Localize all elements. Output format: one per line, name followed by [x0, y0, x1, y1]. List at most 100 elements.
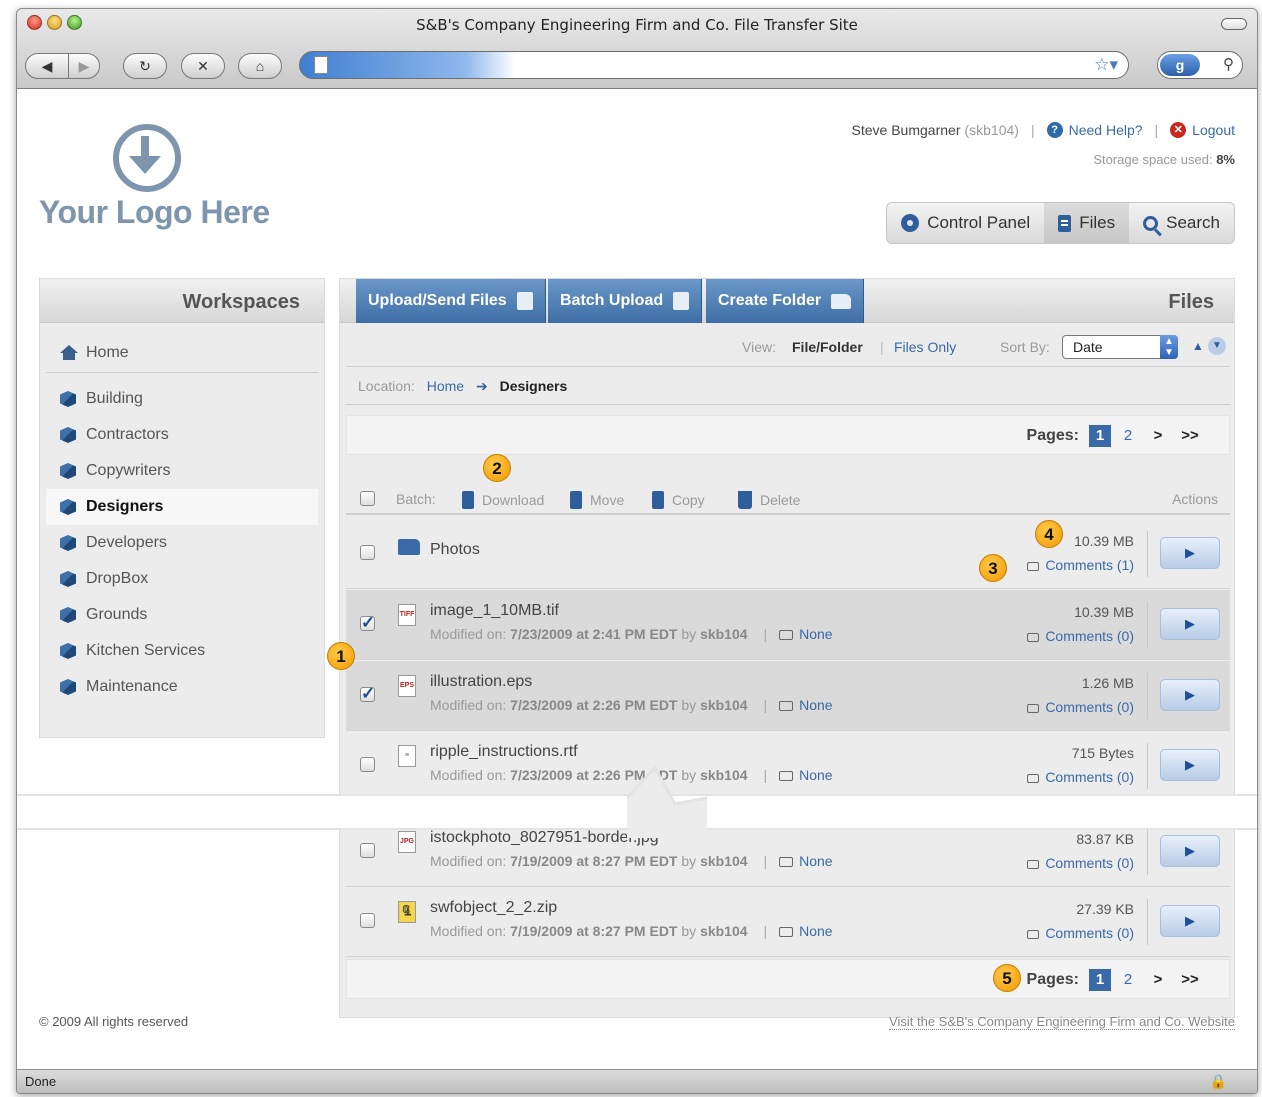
browser-home-button[interactable]: ⌂: [238, 53, 282, 79]
google-search-engine-icon[interactable]: g: [1160, 54, 1200, 76]
batch-upload-button[interactable]: Batch Upload: [548, 279, 703, 323]
tag-link[interactable]: None: [799, 626, 832, 642]
sidebar-item-contractors[interactable]: Contractors: [46, 417, 318, 453]
sidebar-item-kitchen-services[interactable]: Kitchen Services: [46, 633, 318, 669]
row-checkbox[interactable]: [360, 913, 375, 928]
tag-link[interactable]: None: [799, 853, 832, 869]
company-website-link[interactable]: Visit the S&B's Company Engineering Firm…: [889, 1014, 1235, 1030]
file-name-link[interactable]: istockphoto_8027951-border.jpg: [430, 829, 659, 847]
file-size: 715 Bytes: [1071, 745, 1134, 761]
sidebar-item-label: Copywriters: [86, 462, 171, 479]
row-checkbox[interactable]: [360, 684, 375, 704]
page-2-link[interactable]: 2: [1117, 969, 1139, 991]
play-arrow-icon: ▶: [1185, 545, 1195, 560]
file-name-link[interactable]: swfobject_2_2.zip: [430, 899, 557, 917]
row-actions-button[interactable]: ▶: [1160, 905, 1220, 937]
sidebar-item-home[interactable]: Home: [46, 337, 318, 373]
row-actions-button[interactable]: ▶: [1160, 835, 1220, 867]
page-last-link[interactable]: >>: [1179, 969, 1201, 991]
sidebar-item-label: Contractors: [86, 426, 169, 443]
page-1-button[interactable]: 1: [1089, 425, 1111, 447]
reload-button[interactable]: ↻: [123, 53, 167, 79]
page-2-link[interactable]: 2: [1117, 425, 1139, 447]
toolbar-toggle-button[interactable]: [1221, 18, 1247, 30]
row-checkbox[interactable]: [360, 545, 375, 560]
stop-button[interactable]: ✕: [181, 53, 225, 79]
sort-descending-icon[interactable]: ▼: [1208, 337, 1226, 355]
comments-label: Comments (0): [1045, 628, 1134, 644]
home-icon: ⌂: [255, 58, 265, 74]
sidebar-item-designers[interactable]: Designers: [46, 489, 318, 525]
folder-add-icon: [831, 293, 852, 309]
play-arrow-icon: ▶: [1185, 757, 1195, 772]
sidebar-item-dropbox[interactable]: DropBox: [46, 561, 318, 597]
sidebar-item-maintenance[interactable]: Maintenance: [46, 669, 318, 705]
comment-bubble-icon: [1027, 703, 1040, 713]
file-name-link[interactable]: image_1_10MB.tif: [430, 602, 559, 620]
tag-link[interactable]: None: [799, 697, 832, 713]
select-all-checkbox[interactable]: [360, 491, 375, 506]
batch-copy-button[interactable]: Copy: [652, 491, 705, 509]
file-name-link[interactable]: ripple_instructions.rtf: [430, 743, 578, 761]
tab-control-panel[interactable]: Control Panel: [887, 203, 1044, 243]
table-row: 🗜 swfobject_2_2.zip Modified on: 7/19/20…: [346, 887, 1230, 957]
file-name-link[interactable]: Photos: [430, 541, 480, 559]
comments-link[interactable]: Comments (0): [1027, 699, 1134, 715]
workspace-cube-icon: [60, 463, 76, 479]
row-checkbox[interactable]: [360, 613, 375, 633]
row-actions-button[interactable]: ▶: [1160, 537, 1220, 569]
tab-files[interactable]: Files: [1044, 203, 1130, 243]
storage-usage: Storage space used: 8%: [1093, 152, 1235, 167]
comments-link[interactable]: Comments (0): [1027, 925, 1134, 941]
browser-status-bar: Done 🔒: [17, 1069, 1257, 1093]
need-help-link[interactable]: Need Help?: [1069, 122, 1143, 138]
file-name-link[interactable]: illustration.eps: [430, 673, 532, 691]
forward-button[interactable]: ▶: [68, 53, 100, 79]
address-bar[interactable]: ☆▾: [299, 51, 1129, 79]
workspace-cube-icon: [60, 391, 76, 407]
sort-ascending-icon[interactable]: ▲: [1192, 339, 1204, 353]
bookmark-star-icon[interactable]: ☆▾: [1094, 55, 1118, 75]
page-next-link[interactable]: >: [1147, 969, 1169, 991]
upload-send-files-button[interactable]: Upload/Send Files: [356, 279, 546, 323]
row-checkbox[interactable]: [360, 843, 375, 858]
comments-link[interactable]: Comments (0): [1027, 855, 1134, 871]
page-1-button[interactable]: 1: [1089, 969, 1111, 991]
row-checkbox[interactable]: [360, 757, 375, 772]
tag-icon: [779, 857, 794, 868]
sort-by-value: Date: [1073, 339, 1103, 355]
comments-link[interactable]: Comments (0): [1027, 628, 1134, 644]
storage-value: 8%: [1216, 152, 1235, 167]
breadcrumb-home-link[interactable]: Home: [427, 378, 464, 394]
batch-move-button[interactable]: Move: [570, 491, 624, 509]
row-actions-button[interactable]: ▶: [1160, 749, 1220, 781]
page-last-link[interactable]: >>: [1179, 425, 1201, 447]
tab-search[interactable]: Search: [1129, 203, 1234, 243]
tag-link[interactable]: None: [799, 767, 832, 783]
sidebar-item-developers[interactable]: Developers: [46, 525, 318, 561]
view-file-folder-option[interactable]: File/Folder: [792, 339, 863, 355]
user-bar: Steve Bumgarner (skb104) | ? Need Help? …: [851, 122, 1235, 138]
search-icon: ⚲: [1223, 56, 1234, 73]
page-next-link[interactable]: >: [1147, 425, 1169, 447]
create-folder-button[interactable]: Create Folder: [706, 279, 865, 323]
sidebar-item-grounds[interactable]: Grounds: [46, 597, 318, 633]
sort-by-select[interactable]: Date ▲ ▼: [1062, 335, 1178, 359]
sidebar-item-copywriters[interactable]: Copywriters: [46, 453, 318, 489]
view-files-only-link[interactable]: Files Only: [894, 339, 956, 355]
comments-link[interactable]: Comments (1): [1027, 557, 1134, 573]
browser-search-field[interactable]: g ⚲: [1157, 51, 1243, 79]
comments-link[interactable]: Comments (0): [1027, 769, 1134, 785]
breadcrumb: Location: Home ➔ Designers: [346, 367, 1230, 405]
tag-link[interactable]: None: [799, 923, 832, 939]
comments-label: Comments (0): [1045, 769, 1134, 785]
view-label: View:: [742, 339, 776, 355]
logout-link[interactable]: Logout: [1192, 122, 1235, 138]
row-actions-button[interactable]: ▶: [1160, 679, 1220, 711]
tiff-file-icon: TIFF: [398, 604, 416, 626]
sidebar-item-building[interactable]: Building: [46, 381, 318, 417]
batch-delete-button[interactable]: Delete: [738, 491, 800, 509]
row-actions-button[interactable]: ▶: [1160, 608, 1220, 640]
batch-download-button[interactable]: Download: [462, 491, 544, 509]
back-button[interactable]: ◀: [25, 53, 69, 79]
